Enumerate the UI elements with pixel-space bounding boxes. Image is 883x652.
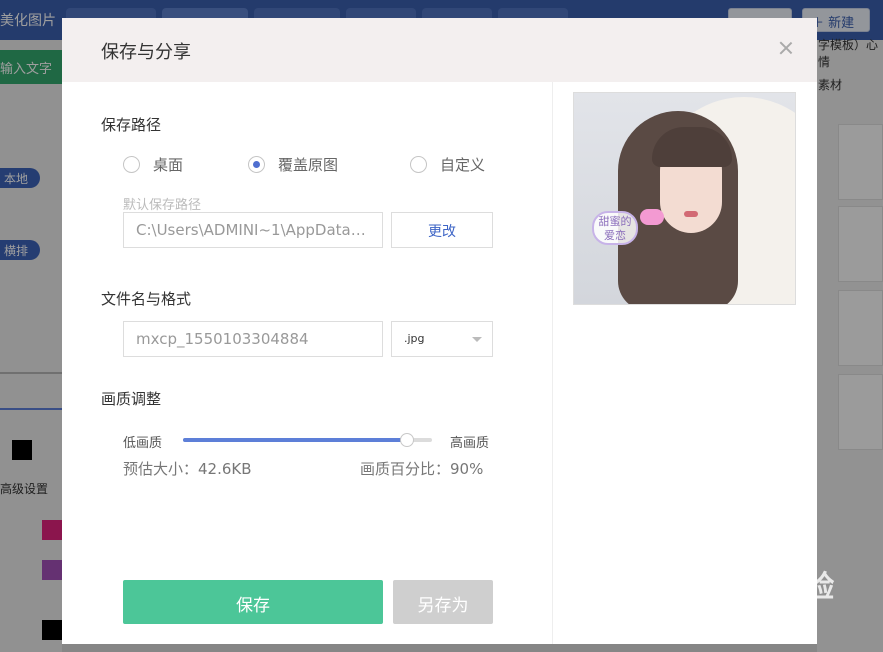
- estimated-size: 预估大小：42.6KB: [123, 460, 252, 478]
- save-path-title: 保存路径: [101, 116, 162, 134]
- quality-slider-fill: [183, 438, 408, 442]
- preview-lips: [684, 211, 698, 217]
- radio-custom[interactable]: 自定义: [410, 154, 485, 175]
- image-preview: 甜蜜的爱恋: [573, 92, 796, 305]
- high-quality-label: 高画质: [450, 436, 490, 451]
- preview-sticker-text: 甜蜜的爱恋: [592, 211, 638, 245]
- baidu-watermark: Baidu经验: [678, 570, 835, 605]
- quality-percent: 画质百分比：90%: [360, 460, 484, 478]
- radio-overwrite-label: 覆盖原图: [278, 156, 339, 174]
- radio-overwrite-original[interactable]: 覆盖原图: [248, 154, 338, 175]
- divider: [552, 82, 553, 644]
- dialog-header: 保存与分享: [62, 18, 817, 82]
- filename-format-title: 文件名与格式: [101, 290, 192, 308]
- baidu-watermark-url: jingyan.baidu.com: [678, 612, 798, 627]
- radio-selected-icon: [248, 156, 265, 173]
- heart-icon: [640, 209, 664, 225]
- radio-icon: [410, 156, 427, 173]
- default-path-hint: 默认保存路径: [123, 198, 202, 213]
- close-icon[interactable]: [776, 38, 796, 58]
- quality-title: 画质调整: [101, 390, 162, 408]
- save-as-button[interactable]: 另存为: [393, 580, 493, 624]
- format-select[interactable]: .jpg: [391, 321, 493, 357]
- radio-desktop-label: 桌面: [153, 156, 184, 174]
- radio-custom-label: 自定义: [440, 156, 486, 174]
- save-path-field[interactable]: C:\Users\ADMINI~1\AppData\...: [123, 212, 383, 248]
- save-share-dialog: 保存与分享 保存路径 桌面 覆盖原图 自定义 默认保存路径 C:\Users\A…: [62, 18, 817, 644]
- low-quality-label: 低画质: [123, 436, 163, 451]
- quality-slider[interactable]: [183, 433, 432, 447]
- format-select-value: .jpg: [404, 332, 425, 345]
- change-path-button[interactable]: 更改: [391, 212, 493, 248]
- radio-desktop[interactable]: 桌面: [123, 154, 183, 175]
- save-button[interactable]: 保存: [123, 580, 383, 624]
- radio-icon: [123, 156, 140, 173]
- quality-slider-handle[interactable]: [400, 433, 415, 447]
- chevron-down-icon: [472, 337, 482, 342]
- filename-field[interactable]: mxcp_1550103304884: [123, 321, 383, 357]
- dialog-title: 保存与分享: [101, 42, 191, 63]
